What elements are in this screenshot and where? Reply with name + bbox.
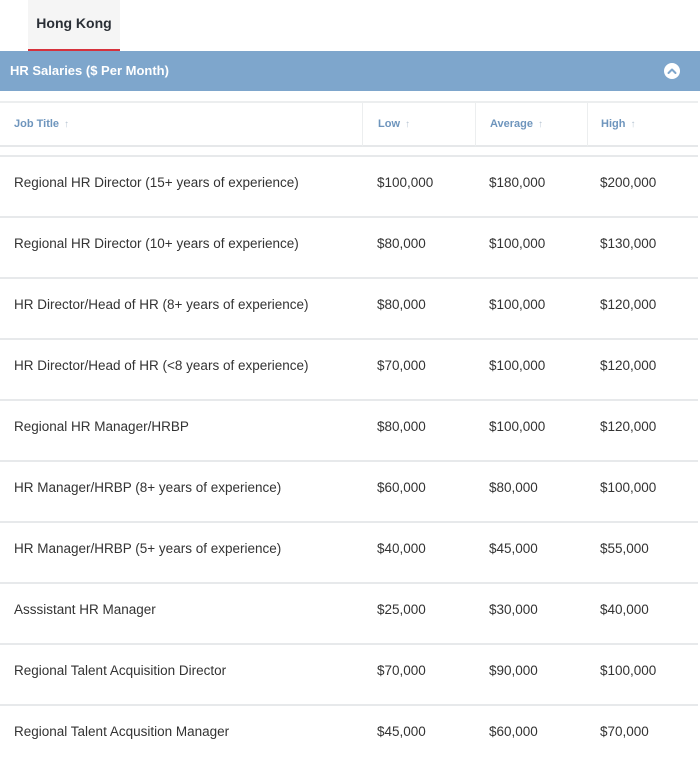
high-cell: $55,000 bbox=[587, 521, 698, 574]
job-title-cell: HR Director/Head of HR (<8 years of expe… bbox=[0, 338, 362, 391]
average-cell: $100,000 bbox=[475, 216, 587, 269]
low-cell: $100,000 bbox=[362, 155, 475, 208]
row-spacer-cell bbox=[0, 696, 698, 704]
job-title-cell: Asssistant HR Manager bbox=[0, 582, 362, 635]
job-title-cell: Regional HR Director (15+ years of exper… bbox=[0, 155, 362, 208]
sort-arrow-icon[interactable]: ↑ bbox=[64, 119, 69, 130]
high-cell: $100,000 bbox=[587, 643, 698, 696]
table-row: HR Director/Head of HR (8+ years of expe… bbox=[0, 277, 698, 330]
job-title-cell: HR Manager/HRBP (5+ years of experience) bbox=[0, 521, 362, 574]
job-title-cell: Regional HR Manager/HRBP bbox=[0, 399, 362, 452]
column-header-high[interactable]: High ↑ bbox=[587, 101, 698, 147]
job-title-cell: HR Director/Head of HR (8+ years of expe… bbox=[0, 277, 362, 330]
low-cell: $80,000 bbox=[362, 399, 475, 452]
tab-bar: Hong Kong bbox=[0, 0, 700, 51]
high-cell: $100,000 bbox=[587, 460, 698, 513]
salary-table: Job Title ↑ Low ↑ Average ↑ High ↑ Regional … bbox=[0, 101, 698, 757]
table-row: Regional HR Manager/HRBP $80,000 $100,000 $… bbox=[0, 399, 698, 452]
high-cell: $130,000 bbox=[587, 216, 698, 269]
average-cell: $30,000 bbox=[475, 582, 587, 635]
section-title: HR Salaries ($ Per Month) bbox=[10, 63, 169, 78]
high-cell: $40,000 bbox=[587, 582, 698, 635]
average-cell: $80,000 bbox=[475, 460, 587, 513]
low-cell: $70,000 bbox=[362, 643, 475, 696]
table-row: Regional Talent Acquisition Director $70,… bbox=[0, 643, 698, 696]
job-title-cell: Regional Talent Acquisition Director bbox=[0, 643, 362, 696]
table-row: HR Manager/HRBP (5+ years of experience)… bbox=[0, 521, 698, 574]
average-cell: $100,000 bbox=[475, 399, 587, 452]
table-row: Regional HR Director (15+ years of exper… bbox=[0, 155, 698, 208]
sort-arrow-icon[interactable]: ↑ bbox=[405, 119, 410, 130]
column-header-low[interactable]: Low ↑ bbox=[362, 101, 475, 147]
average-cell: $60,000 bbox=[475, 704, 587, 757]
row-spacer-cell bbox=[0, 208, 698, 216]
table-row: HR Manager/HRBP (8+ years of experience)… bbox=[0, 460, 698, 513]
row-spacer-cell bbox=[0, 513, 698, 521]
tab-label: Hong Kong bbox=[36, 15, 112, 31]
low-cell: $70,000 bbox=[362, 338, 475, 391]
low-cell: $60,000 bbox=[362, 460, 475, 513]
row-spacer bbox=[0, 147, 698, 155]
row-spacer-cell bbox=[0, 635, 698, 643]
column-header-average[interactable]: Average ↑ bbox=[475, 101, 587, 147]
job-title-cell: Regional Talent Acqusition Manager bbox=[0, 704, 362, 757]
row-spacer bbox=[0, 574, 698, 582]
job-title-cell: Regional HR Director (10+ years of exper… bbox=[0, 216, 362, 269]
row-spacer bbox=[0, 452, 698, 460]
high-cell: $70,000 bbox=[587, 704, 698, 757]
row-spacer-cell bbox=[0, 269, 698, 277]
low-cell: $45,000 bbox=[362, 704, 475, 757]
high-cell: $120,000 bbox=[587, 338, 698, 391]
average-cell: $100,000 bbox=[475, 338, 587, 391]
average-cell: $90,000 bbox=[475, 643, 587, 696]
average-cell: $45,000 bbox=[475, 521, 587, 574]
low-cell: $40,000 bbox=[362, 521, 475, 574]
table-row: Regional Talent Acqusition Manager $45,00… bbox=[0, 704, 698, 757]
row-spacer bbox=[0, 208, 698, 216]
table-row: HR Director/Head of HR (<8 years of expe… bbox=[0, 338, 698, 391]
low-cell: $80,000 bbox=[362, 216, 475, 269]
table-row: Asssistant HR Manager $25,000 $30,000 $40,0… bbox=[0, 582, 698, 635]
row-spacer-cell bbox=[0, 391, 698, 399]
section-header[interactable]: HR Salaries ($ Per Month) bbox=[0, 51, 700, 91]
low-cell: $80,000 bbox=[362, 277, 475, 330]
tab-hong-kong[interactable]: Hong Kong bbox=[28, 0, 120, 51]
row-spacer-cell bbox=[0, 452, 698, 460]
high-cell: $200,000 bbox=[587, 155, 698, 208]
table-row: Regional HR Director (10+ years of exper… bbox=[0, 216, 698, 269]
low-cell: $25,000 bbox=[362, 582, 475, 635]
column-header-job-title[interactable]: Job Title ↑ bbox=[0, 101, 362, 147]
row-spacer bbox=[0, 330, 698, 338]
average-cell: $100,000 bbox=[475, 277, 587, 330]
row-spacer-cell bbox=[0, 574, 698, 582]
table-header-row: Job Title ↑ Low ↑ Average ↑ High ↑ bbox=[0, 101, 698, 147]
row-spacer bbox=[0, 635, 698, 643]
table-body: Regional HR Director (15+ years of exper… bbox=[0, 147, 698, 757]
row-spacer bbox=[0, 696, 698, 704]
row-spacer-cell bbox=[0, 147, 698, 155]
sort-arrow-icon[interactable]: ↑ bbox=[630, 119, 635, 130]
chevron-up-icon[interactable] bbox=[664, 63, 680, 79]
average-cell: $180,000 bbox=[475, 155, 587, 208]
high-cell: $120,000 bbox=[587, 399, 698, 452]
sort-arrow-icon[interactable]: ↑ bbox=[538, 119, 543, 130]
row-spacer bbox=[0, 513, 698, 521]
row-spacer-cell bbox=[0, 330, 698, 338]
high-cell: $120,000 bbox=[587, 277, 698, 330]
job-title-cell: HR Manager/HRBP (8+ years of experience) bbox=[0, 460, 362, 513]
row-spacer bbox=[0, 269, 698, 277]
row-spacer bbox=[0, 391, 698, 399]
